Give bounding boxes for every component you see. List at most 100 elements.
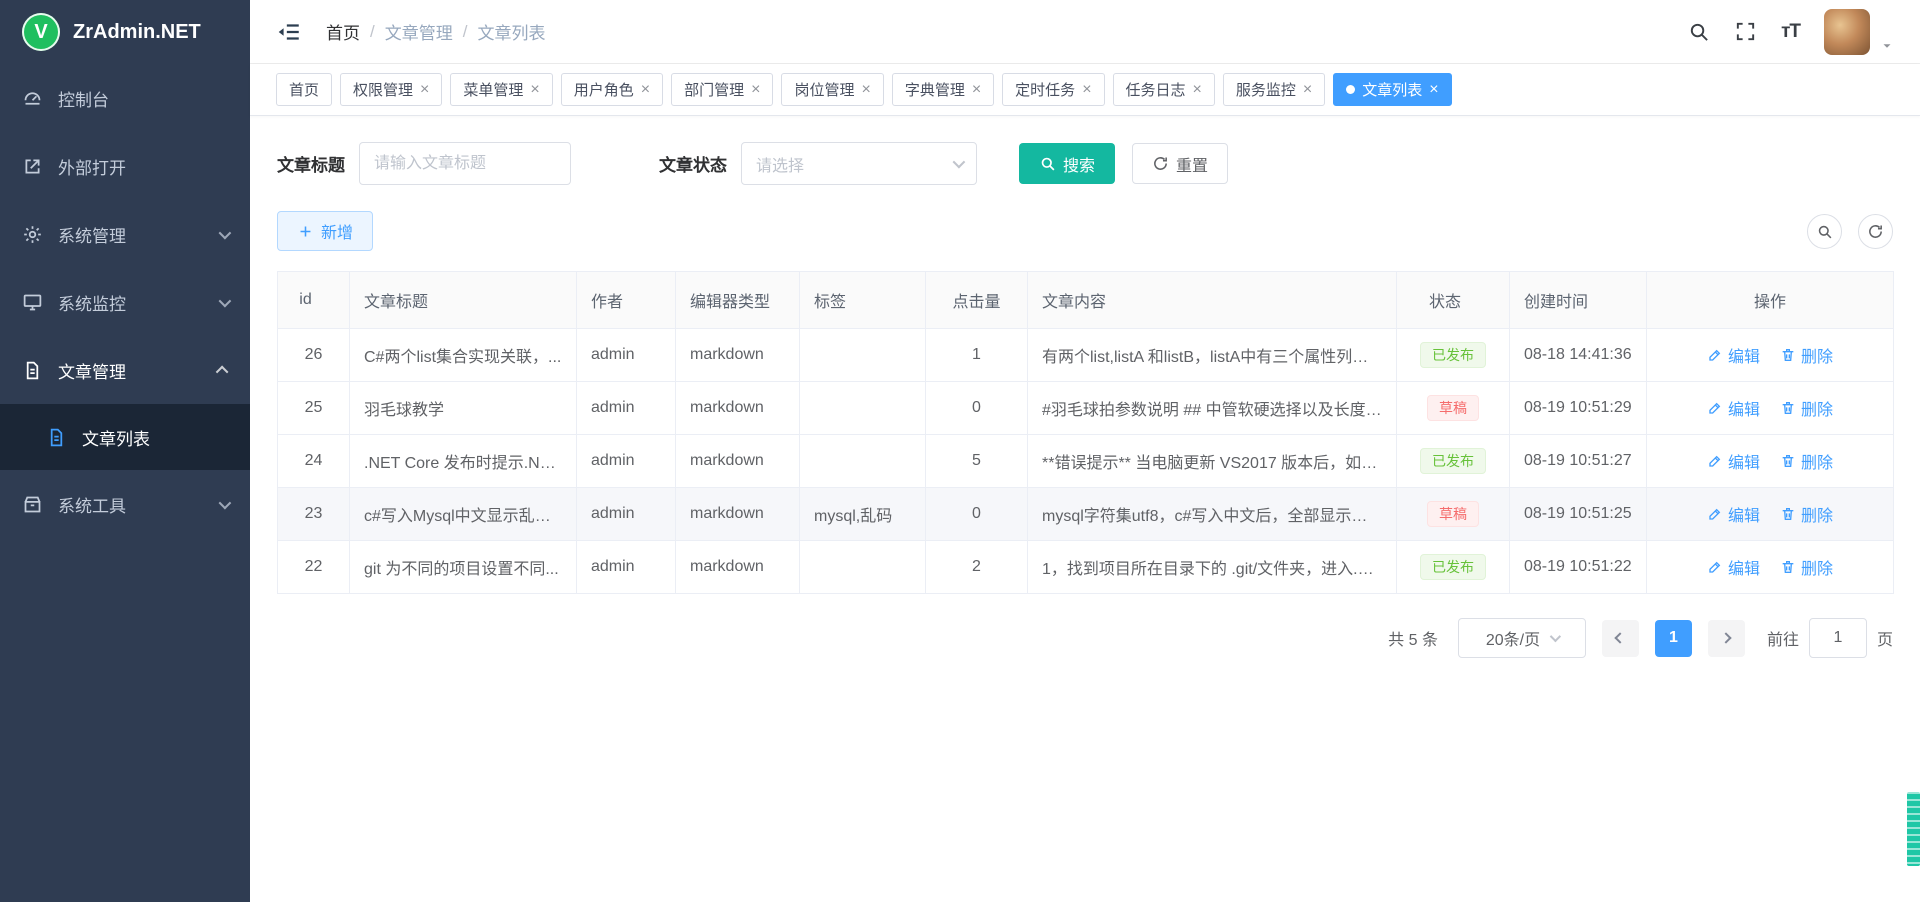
- sort-icon[interactable]: [318, 289, 328, 311]
- column-label: 创建时间: [1524, 288, 1588, 312]
- tab-article-list[interactable]: 文章列表 ×: [1333, 73, 1451, 106]
- goto-label: 前往: [1767, 626, 1799, 650]
- delete-button[interactable]: 删除: [1780, 343, 1833, 367]
- close-icon[interactable]: ×: [641, 82, 650, 98]
- column-header-id[interactable]: id: [278, 272, 350, 329]
- sidebar-item-label: 系统管理: [58, 222, 126, 247]
- tab-user-role[interactable]: 用户角色×: [561, 73, 663, 106]
- column-label: 文章内容: [1042, 288, 1106, 312]
- tab-permission[interactable]: 权限管理×: [340, 73, 442, 106]
- column-label: 点击量: [952, 288, 1000, 312]
- cell-created: 08-19 10:51:22: [1510, 541, 1647, 594]
- edit-button[interactable]: 编辑: [1707, 449, 1760, 473]
- sidebar-item-external[interactable]: 外部打开: [0, 132, 250, 200]
- close-icon[interactable]: ×: [1193, 82, 1202, 98]
- delete-icon: [1780, 506, 1796, 522]
- plus-icon: [297, 223, 314, 240]
- breadcrumb-item[interactable]: 文章管理: [385, 19, 453, 44]
- tab-label: 任务日志: [1126, 79, 1186, 100]
- tab-job-log[interactable]: 任务日志 ×: [1113, 73, 1215, 106]
- close-icon[interactable]: ×: [751, 82, 760, 98]
- delete-button[interactable]: 删除: [1780, 555, 1833, 579]
- article-status-label: 文章状态: [659, 151, 727, 176]
- breadcrumb-item[interactable]: 文章列表: [477, 19, 545, 44]
- tab-label: 岗位管理: [794, 79, 854, 100]
- edit-button[interactable]: 编辑: [1707, 502, 1760, 526]
- tab-dict[interactable]: 字典管理×: [892, 73, 994, 106]
- tab-dept[interactable]: 部门管理×: [671, 73, 773, 106]
- prev-page-button[interactable]: [1602, 620, 1639, 657]
- edit-button[interactable]: 编辑: [1707, 343, 1760, 367]
- close-icon[interactable]: ×: [861, 82, 870, 98]
- tab-menu[interactable]: 菜单管理×: [450, 73, 552, 106]
- close-icon[interactable]: ×: [1303, 82, 1312, 98]
- tab-service-monitor[interactable]: 服务监控 ×: [1223, 73, 1325, 106]
- pagination: 共 5 条 20条/页 1 前往 页: [277, 618, 1893, 658]
- delete-button[interactable]: 删除: [1780, 396, 1833, 420]
- edit-label: 编辑: [1728, 396, 1760, 420]
- sort-icon[interactable]: [1467, 289, 1477, 311]
- sidebar-collapse-icon[interactable]: [276, 19, 302, 45]
- refresh-icon: [1867, 223, 1884, 240]
- sidebar-item-system[interactable]: 系统管理: [0, 200, 250, 268]
- chevron-left-icon: [1615, 632, 1626, 643]
- edit-button[interactable]: 编辑: [1707, 396, 1760, 420]
- close-icon[interactable]: ×: [972, 82, 981, 98]
- sidebar-item-label: 文章管理: [58, 358, 126, 383]
- external-link-icon: [22, 156, 43, 177]
- goto-page-input[interactable]: [1809, 618, 1867, 658]
- cell-ops: 编辑 删除: [1647, 488, 1894, 541]
- close-icon[interactable]: ×: [530, 82, 539, 98]
- sidebar-item-label: 系统监控: [58, 290, 126, 315]
- delete-button[interactable]: 删除: [1780, 502, 1833, 526]
- cell-tags: [800, 541, 926, 594]
- chevron-down-icon[interactable]: [1880, 39, 1894, 53]
- page-number-1[interactable]: 1: [1655, 620, 1692, 657]
- search-icon: [1816, 223, 1833, 240]
- cell-ops: 编辑删除: [1647, 435, 1894, 488]
- cell-content: 有两个list,listA 和listB，listA中有三个属性列为St...: [1028, 329, 1397, 382]
- breadcrumb-item[interactable]: 首页: [326, 19, 360, 44]
- sidebar: V ZrAdmin.NET 控制台外部打开系统管理系统监控文章管理文章列表系统工…: [0, 0, 250, 902]
- cell-author: admin: [577, 541, 676, 594]
- article-status-select[interactable]: 请选择: [741, 142, 977, 185]
- font-size-icon[interactable]: тT: [1781, 21, 1800, 43]
- tab-cron[interactable]: 定时任务 ×: [1002, 73, 1104, 106]
- sidebar-item-monitor[interactable]: 系统监控: [0, 268, 250, 336]
- sidebar-item-tools[interactable]: 系统工具: [0, 470, 250, 538]
- page-size-select[interactable]: 20条/页: [1458, 618, 1586, 658]
- tab-post[interactable]: 岗位管理 ×: [781, 73, 883, 106]
- tab-label: 定时任务: [1015, 79, 1075, 100]
- close-icon[interactable]: ×: [420, 82, 429, 98]
- search-button[interactable]: 搜索: [1019, 143, 1115, 184]
- next-page-button[interactable]: [1708, 620, 1745, 657]
- column-header-status[interactable]: 状态: [1397, 272, 1510, 329]
- cell-editor: markdown: [676, 329, 800, 382]
- reset-button[interactable]: 重置: [1132, 143, 1228, 184]
- cell-id: 26: [278, 329, 350, 382]
- close-icon[interactable]: ×: [1429, 82, 1438, 98]
- refresh-table-icon[interactable]: [1858, 214, 1893, 249]
- table-row: 24.NET Core 发布时提示.NET...adminmarkdown5**…: [278, 435, 1894, 488]
- search-toggle-icon[interactable]: [1807, 214, 1842, 249]
- sidebar-subitem-article-list[interactable]: 文章列表: [0, 404, 250, 470]
- avatar[interactable]: [1824, 9, 1870, 55]
- delete-label: 删除: [1801, 502, 1833, 526]
- delete-button[interactable]: 删除: [1780, 449, 1833, 473]
- gear-icon: [22, 224, 43, 245]
- fullscreen-icon[interactable]: [1734, 20, 1757, 43]
- tab-home[interactable]: 首页: [276, 73, 332, 106]
- document-icon: [22, 360, 43, 381]
- sidebar-item-article[interactable]: 文章管理: [0, 336, 250, 404]
- search-icon[interactable]: [1687, 20, 1710, 43]
- delete-icon: [1780, 400, 1796, 416]
- tab-label: 文章列表: [1362, 79, 1422, 100]
- tab-label: 服务监控: [1236, 79, 1296, 100]
- close-icon[interactable]: ×: [1082, 82, 1091, 98]
- sidebar-item-dashboard[interactable]: 控制台: [0, 64, 250, 132]
- scrollbar-thumb[interactable]: [1907, 792, 1920, 866]
- add-button[interactable]: 新增: [277, 211, 373, 251]
- cell-title: C#两个list集合实现关联，...: [350, 329, 577, 382]
- article-title-input[interactable]: [359, 142, 571, 185]
- edit-button[interactable]: 编辑: [1707, 555, 1760, 579]
